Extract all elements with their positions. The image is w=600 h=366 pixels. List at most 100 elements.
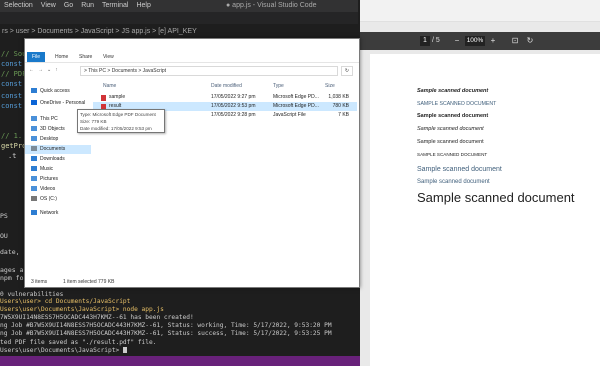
nav-label: Quick access	[40, 88, 70, 94]
nav-label: Downloads	[40, 156, 65, 162]
panel-tab-output[interactable]: OU	[0, 232, 8, 240]
menu-go[interactable]: Go	[60, 0, 77, 12]
file-name: sample	[109, 94, 126, 100]
computer-icon	[31, 116, 37, 122]
column-name[interactable]: Name	[103, 83, 116, 89]
pdf-file-icon	[101, 94, 106, 101]
code-line: const	[1, 60, 23, 68]
file-list: Name Date modified Type Size sample 17/0…	[91, 79, 359, 269]
terminal-line: Users\user> cd Documents/JavaScript	[0, 298, 131, 305]
fit-page-icon[interactable]: ⊡	[510, 35, 520, 47]
nav-desktop[interactable]: Desktop	[31, 135, 58, 144]
terminal-line: 7W5X9UI14N8ESS7H5OCADC443H7KMZ--61 has b…	[0, 314, 194, 321]
desktop-icon	[31, 136, 37, 142]
nav-label: Videos	[40, 186, 56, 192]
browser-titlebar	[360, 0, 600, 22]
menu-terminal[interactable]: Terminal	[98, 0, 132, 12]
explorer-titlebar[interactable]	[25, 39, 359, 49]
address-row: ←→⌄↑ > This PC > Documents > JavaScript …	[25, 65, 359, 77]
music-icon	[31, 166, 37, 172]
nav-pictures[interactable]: Pictures	[31, 175, 58, 184]
file-tooltip: Type: Microsoft Edge PDF Document Size: …	[77, 109, 165, 133]
back-forward-up-icons[interactable]: ←→⌄↑	[29, 67, 62, 73]
nav-label: Documents	[40, 146, 66, 152]
code-line: getPro	[1, 142, 27, 150]
file-row[interactable]: sample 17/05/2022 9:27 pm Microsoft Edge…	[93, 93, 357, 102]
address-bar[interactable]: > This PC > Documents > JavaScript	[80, 66, 338, 76]
nav-onedrive[interactable]: OneDrive - Personal	[31, 99, 85, 108]
nav-label: This PC	[40, 116, 58, 122]
code-line: // 1.	[1, 132, 23, 140]
menu-bar: Selection View Go Run Terminal Help ● app.js …	[0, 0, 358, 12]
cloud-icon	[31, 100, 37, 106]
tooltip-type: Type: Microsoft Edge PDF Document	[80, 112, 156, 117]
rotate-icon[interactable]: ↻	[525, 35, 535, 47]
nav-label: Network	[40, 210, 59, 216]
menu-view[interactable]: View	[37, 0, 60, 12]
explorer-status-bar: 3 items 1 item selected 779 KB	[25, 277, 359, 287]
column-date-modified[interactable]: Date modified	[211, 83, 242, 89]
code-line: const	[1, 102, 23, 110]
column-type[interactable]: Type	[273, 83, 284, 89]
explorer-ribbon: File Home Share View	[25, 51, 359, 63]
nav-this-pc[interactable]: This PC	[31, 115, 58, 124]
file-explorer-window: File Home Share View ←→⌄↑ > This PC > Do…	[24, 38, 360, 288]
page-number-input[interactable]: 1	[420, 36, 430, 46]
refresh-icon[interactable]: ↻	[341, 66, 353, 76]
panel-tab-problems[interactable]: PS	[0, 212, 8, 220]
zoom-level[interactable]: 100%	[465, 36, 485, 46]
zoom-in-icon[interactable]: +	[488, 35, 498, 47]
status-bar	[0, 356, 360, 366]
ribbon-view-tab[interactable]: View	[103, 51, 114, 63]
code-line: // Sou	[1, 50, 27, 58]
pdf-text-line: Sample scanned document	[417, 190, 575, 205]
nav-os-drive[interactable]: OS (C:)	[31, 195, 57, 204]
pdf-text-line: Sample scanned document	[417, 139, 484, 145]
pdf-text-line: Sample scanned document	[417, 113, 489, 119]
nav-label: Pictures	[40, 176, 59, 182]
file-size: 780 KB	[332, 103, 349, 109]
code-line: .t	[8, 152, 17, 160]
window-title: ● app.js - Visual Studio Code	[226, 2, 317, 9]
tooltip-date: Date modified: 17/05/2022 9:53 pm	[80, 126, 152, 131]
pdf-viewer: 1 / 5 − 100% + ⊡ ↻ Sample scanned docume…	[360, 0, 600, 366]
code-line: const	[1, 92, 23, 100]
download-icon	[31, 156, 37, 162]
pdf-toolbar: 1 / 5 − 100% + ⊡ ↻	[360, 32, 600, 50]
pdf-text-line: Sample scanned document	[417, 126, 484, 132]
file-size: 7 KB	[338, 112, 349, 118]
column-size[interactable]: Size	[325, 83, 335, 89]
nav-videos[interactable]: Videos	[31, 185, 55, 194]
selection-info: 1 item selected 779 KB	[63, 279, 115, 285]
nav-quick-access[interactable]: Quick access	[31, 87, 70, 96]
terminal-cursor	[122, 347, 127, 353]
terminal-line: ng Job #B7W5X9UI14N8ESS7H5OCADC443H7KMZ-…	[0, 322, 332, 329]
pdf-text-line: Sample scanned document	[417, 88, 489, 94]
file-size: 1,038 KB	[328, 94, 349, 100]
nav-network[interactable]: Network	[31, 209, 58, 218]
terminal-text: npm fo	[0, 274, 24, 282]
menu-run[interactable]: Run	[77, 0, 98, 12]
terminal-prompt: Users\user\Documents\JavaScript>	[0, 347, 127, 354]
nav-downloads[interactable]: Downloads	[31, 155, 65, 164]
integrated-terminal[interactable]: 0 vulnerabilities Users\user> cd Documen…	[0, 290, 358, 366]
page-total: / 5	[432, 37, 440, 44]
nav-label: Music	[40, 166, 54, 172]
nav-music[interactable]: Music	[31, 165, 53, 174]
pdf-text-line: SAMPLE SCANNED DOCUMENT	[417, 101, 497, 107]
nav-3d-objects[interactable]: 3D Objects	[31, 125, 65, 134]
menu-help[interactable]: Help	[132, 0, 154, 12]
terminal-line: Users\user\Documents\JavaScript>	[0, 347, 123, 354]
nav-label: OneDrive - Personal	[40, 100, 86, 106]
zoom-out-icon[interactable]: −	[452, 35, 462, 47]
cube-icon	[31, 126, 37, 132]
ribbon-home-tab[interactable]: Home	[55, 51, 68, 63]
menu-selection[interactable]: Selection	[0, 0, 37, 12]
nav-documents[interactable]: Documents	[25, 145, 91, 154]
ribbon-file-tab[interactable]: File	[27, 52, 45, 62]
pdf-text-line: Sample scanned document	[417, 179, 490, 185]
ribbon-share-tab[interactable]: Share	[79, 51, 92, 63]
file-type: Microsoft Edge PD...	[273, 94, 319, 100]
terminal-line: 0 vulnerabilities	[0, 291, 64, 298]
nav-label: OS (C:)	[40, 196, 57, 202]
